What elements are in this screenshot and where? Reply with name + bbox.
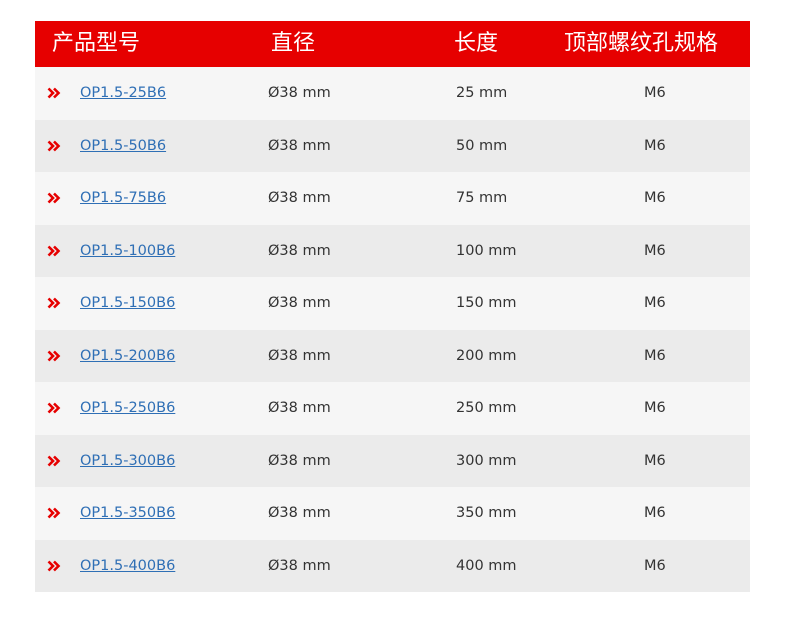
product-spec-table: 产品型号 直径 长度 顶部螺纹孔规格 OP1.5-25B6 Ø38 mm 25 … <box>35 21 750 592</box>
cell-diameter: Ø38 mm <box>268 85 331 102</box>
model-link[interactable]: OP1.5-350B6 <box>80 505 175 521</box>
cell-diameter: Ø38 mm <box>268 557 331 574</box>
table-row: OP1.5-250B6 Ø38 mm 250 mm M6 <box>35 382 750 435</box>
table-row: OP1.5-150B6 Ø38 mm 150 mm M6 <box>35 277 750 330</box>
table-row: OP1.5-300B6 Ø38 mm 300 mm M6 <box>35 434 750 487</box>
model-link[interactable]: OP1.5-150B6 <box>80 295 175 311</box>
cell-length: 300 mm <box>456 452 517 469</box>
cell-model: OP1.5-400B6 <box>35 558 268 574</box>
cell-diameter: Ø38 mm <box>268 452 331 469</box>
double-chevron-right-icon <box>47 191 61 205</box>
table-row: OP1.5-200B6 Ø38 mm 200 mm M6 <box>35 329 750 382</box>
table-row: OP1.5-50B6 Ø38 mm 50 mm M6 <box>35 119 750 172</box>
model-link[interactable]: OP1.5-25B6 <box>80 85 166 101</box>
table-row: OP1.5-100B6 Ø38 mm 100 mm M6 <box>35 224 750 277</box>
double-chevron-right-icon <box>47 139 61 153</box>
table-header: 产品型号 直径 长度 顶部螺纹孔规格 <box>35 21 750 67</box>
cell-thread: M6 <box>644 505 666 522</box>
header-length: 长度 <box>454 31 499 56</box>
model-link[interactable]: OP1.5-200B6 <box>80 348 175 364</box>
model-link[interactable]: OP1.5-300B6 <box>80 453 175 469</box>
table-row: OP1.5-25B6 Ø38 mm 25 mm M6 <box>35 67 750 120</box>
cell-length: 400 mm <box>456 557 517 574</box>
header-diameter: 直径 <box>271 31 316 56</box>
cell-model: OP1.5-250B6 <box>35 400 268 416</box>
cell-diameter: Ø38 mm <box>268 400 331 417</box>
cell-model: OP1.5-300B6 <box>35 453 268 469</box>
double-chevron-right-icon <box>47 559 61 573</box>
model-link[interactable]: OP1.5-50B6 <box>80 138 166 154</box>
cell-thread: M6 <box>644 295 666 312</box>
cell-length: 200 mm <box>456 347 517 364</box>
cell-model: OP1.5-75B6 <box>35 190 268 206</box>
model-link[interactable]: OP1.5-250B6 <box>80 400 175 416</box>
cell-length: 100 mm <box>456 242 517 259</box>
cell-model: OP1.5-150B6 <box>35 295 268 311</box>
cell-diameter: Ø38 mm <box>268 295 331 312</box>
cell-model: OP1.5-100B6 <box>35 243 268 259</box>
double-chevron-right-icon <box>47 401 61 415</box>
cell-diameter: Ø38 mm <box>268 242 331 259</box>
cell-thread: M6 <box>644 190 666 207</box>
cell-diameter: Ø38 mm <box>268 137 331 154</box>
double-chevron-right-icon <box>47 506 61 520</box>
table-row: OP1.5-400B6 Ø38 mm 400 mm M6 <box>35 539 750 592</box>
double-chevron-right-icon <box>47 349 61 363</box>
cell-length: 150 mm <box>456 295 517 312</box>
cell-model: OP1.5-350B6 <box>35 505 268 521</box>
cell-diameter: Ø38 mm <box>268 505 331 522</box>
cell-model: OP1.5-200B6 <box>35 348 268 364</box>
cell-length: 25 mm <box>456 85 508 102</box>
double-chevron-right-icon <box>47 454 61 468</box>
cell-diameter: Ø38 mm <box>268 347 331 364</box>
cell-thread: M6 <box>644 400 666 417</box>
double-chevron-right-icon <box>47 86 61 100</box>
table-body: OP1.5-25B6 Ø38 mm 25 mm M6 OP1.5-50B6 Ø3… <box>35 67 750 592</box>
cell-diameter: Ø38 mm <box>268 190 331 207</box>
cell-thread: M6 <box>644 137 666 154</box>
cell-length: 250 mm <box>456 400 517 417</box>
cell-length: 50 mm <box>456 137 508 154</box>
header-thread: 顶部螺纹孔规格 <box>564 31 719 56</box>
cell-thread: M6 <box>644 557 666 574</box>
cell-thread: M6 <box>644 452 666 469</box>
model-link[interactable]: OP1.5-100B6 <box>80 243 175 259</box>
cell-thread: M6 <box>644 242 666 259</box>
cell-model: OP1.5-50B6 <box>35 138 268 154</box>
table-row: OP1.5-350B6 Ø38 mm 350 mm M6 <box>35 487 750 540</box>
model-link[interactable]: OP1.5-400B6 <box>80 558 175 574</box>
double-chevron-right-icon <box>47 296 61 310</box>
header-model: 产品型号 <box>52 31 141 56</box>
double-chevron-right-icon <box>47 244 61 258</box>
cell-length: 75 mm <box>456 190 508 207</box>
cell-thread: M6 <box>644 347 666 364</box>
cell-length: 350 mm <box>456 505 517 522</box>
cell-thread: M6 <box>644 85 666 102</box>
cell-model: OP1.5-25B6 <box>35 85 268 101</box>
model-link[interactable]: OP1.5-75B6 <box>80 190 166 206</box>
table-row: OP1.5-75B6 Ø38 mm 75 mm M6 <box>35 172 750 225</box>
